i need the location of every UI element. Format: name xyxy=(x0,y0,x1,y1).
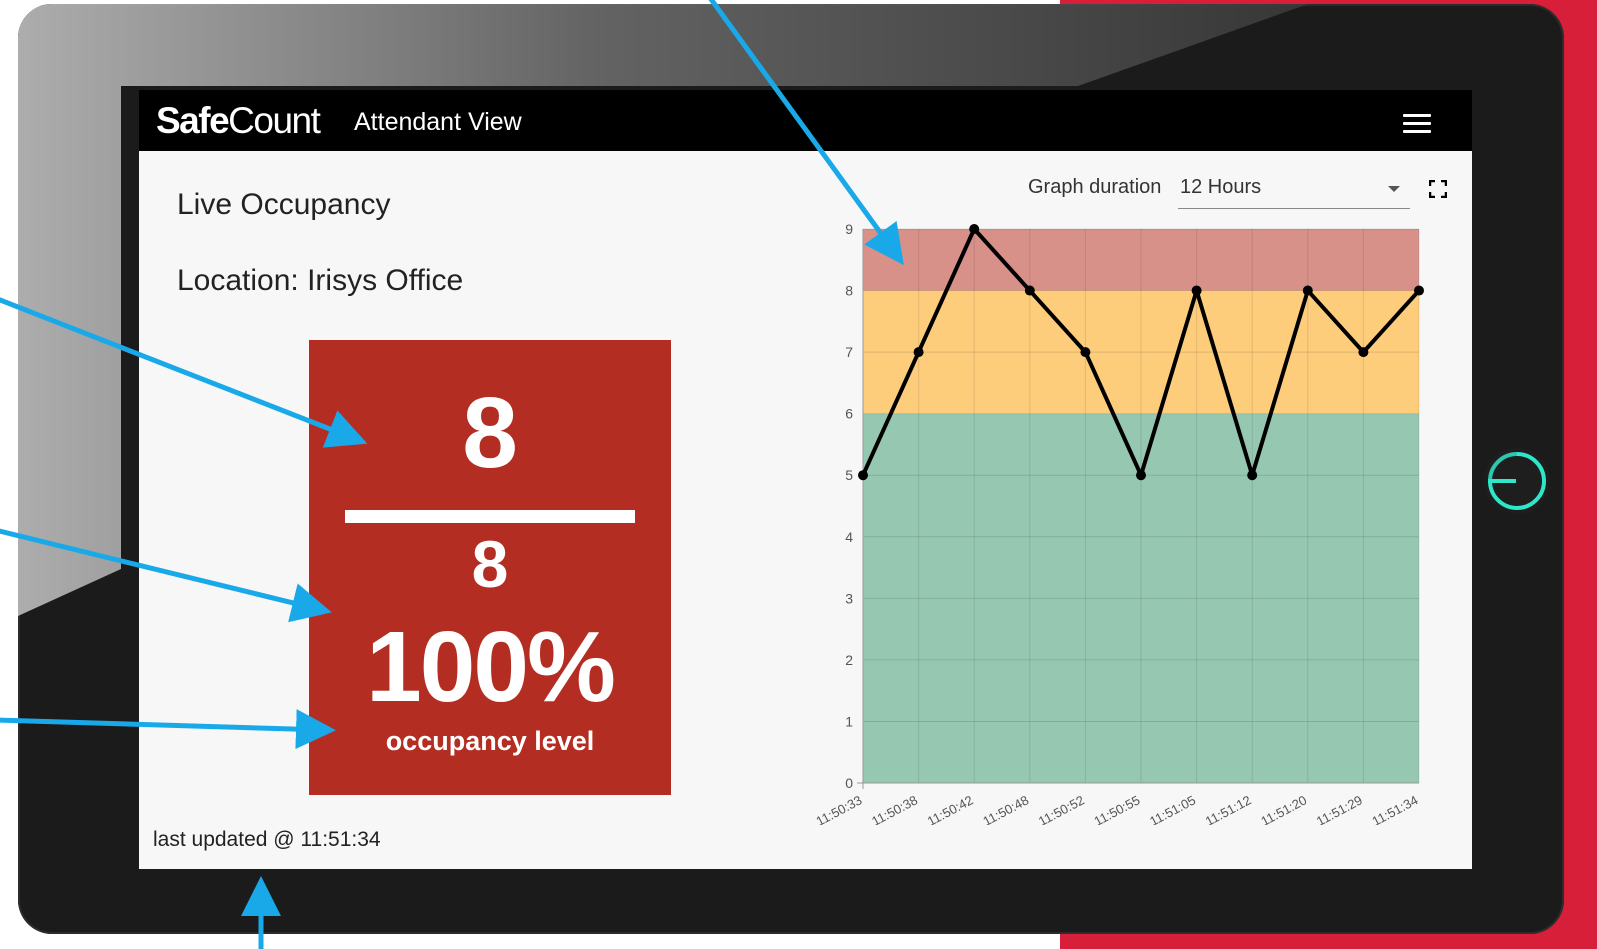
data-point xyxy=(1414,285,1424,296)
data-point xyxy=(1302,285,1313,296)
page-title: Live Occupancy xyxy=(177,188,391,221)
x-tick-label: 11:50:42 xyxy=(925,792,976,825)
y-tick-label: 3 xyxy=(845,590,853,606)
data-point xyxy=(1191,285,1202,296)
y-tick-label: 2 xyxy=(845,652,853,668)
data-point xyxy=(858,470,868,481)
occupancy-status-card: 8 8 100% occupancy level xyxy=(309,340,671,795)
y-tick-label: 4 xyxy=(845,529,853,545)
chevron-down-icon xyxy=(1388,186,1400,192)
data-point xyxy=(1358,347,1369,358)
x-tick-label: 11:51:05 xyxy=(1147,792,1198,825)
data-point xyxy=(1247,470,1258,481)
last-updated-text: last updated @ 11:51:34 xyxy=(153,828,381,851)
view-title: Attendant View xyxy=(354,108,522,136)
y-tick-label: 8 xyxy=(845,283,853,299)
x-tick-label: 11:50:33 xyxy=(814,792,865,825)
occupancy-line-chart: 012345678911:50:33 11:50:38 11:50:42 11:50:… xyxy=(814,221,1424,825)
y-tick-label: 1 xyxy=(845,713,853,729)
app-screen: SafeCount Attendant View Live Occupancy … xyxy=(139,90,1472,869)
y-tick-label: 7 xyxy=(845,344,853,360)
x-tick-label: 11:51:20 xyxy=(1258,792,1309,825)
fullscreen-icon[interactable] xyxy=(1429,180,1447,198)
graph-duration-select[interactable]: 12 Hours xyxy=(1178,174,1410,209)
graph-duration-label: Graph duration xyxy=(1028,176,1162,198)
y-tick-label: 0 xyxy=(845,775,853,791)
data-point xyxy=(1080,347,1091,358)
safecount-logo: SafeCount xyxy=(156,100,321,141)
x-tick-label: 11:50:52 xyxy=(1036,792,1087,825)
x-tick-label: 11:50:48 xyxy=(980,792,1031,825)
hamburger-menu-icon[interactable] xyxy=(1403,114,1431,134)
y-tick-label: 5 xyxy=(845,467,853,483)
occupancy-percent: 100% xyxy=(366,611,616,723)
capacity-count: 8 xyxy=(471,527,509,601)
data-point xyxy=(969,224,980,234)
location-label: Location: Irisys Office xyxy=(177,264,464,297)
x-tick-label: 11:50:55 xyxy=(1092,792,1143,825)
data-point xyxy=(913,347,924,358)
x-tick-label: 11:51:34 xyxy=(1370,792,1421,825)
x-tick-label: 11:51:29 xyxy=(1314,792,1365,825)
graph-duration-value: 12 Hours xyxy=(1180,176,1262,198)
data-point xyxy=(1024,285,1035,296)
top-bar: SafeCount Attendant View xyxy=(139,90,1472,151)
data-point xyxy=(1136,470,1146,481)
current-count: 8 xyxy=(462,377,518,489)
power-icon[interactable] xyxy=(1482,446,1552,516)
tablet-frame: SafeCount Attendant View Live Occupancy … xyxy=(18,4,1564,934)
y-tick-label: 9 xyxy=(845,221,853,237)
x-tick-label: 11:50:38 xyxy=(869,792,920,825)
fraction-divider xyxy=(345,510,635,523)
occupancy-level-label: occupancy level xyxy=(385,726,595,756)
x-tick-label: 11:51:12 xyxy=(1203,792,1254,825)
y-tick-label: 6 xyxy=(845,406,853,422)
